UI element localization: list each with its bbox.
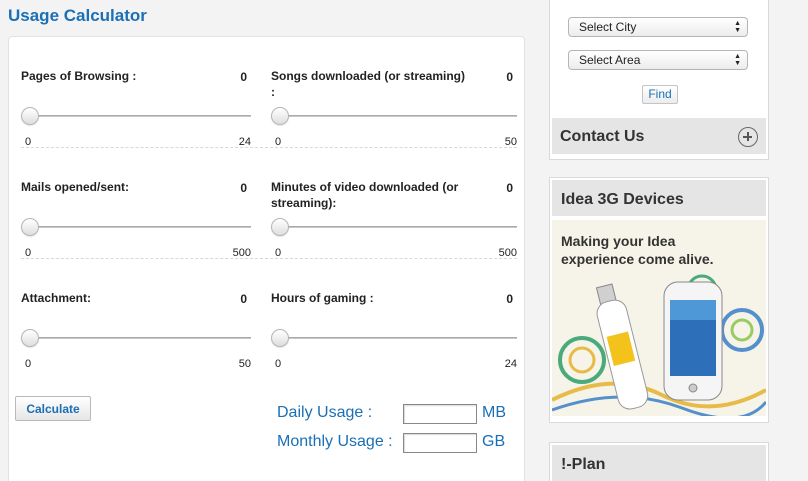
city-select[interactable]: Select City ▲ ▼ [568,17,748,37]
find-button[interactable]: Find [642,85,678,104]
attachment-min: 0 [25,358,32,370]
gaming-slider-track[interactable] [279,337,517,339]
attachment-slider-track[interactable] [29,337,251,339]
video-slider-handle[interactable] [271,218,289,236]
attachment-slider-handle[interactable] [21,329,39,347]
songs-slider-handle[interactable] [271,107,289,125]
area-select[interactable]: Select Area ▲ ▼ [568,50,748,70]
devices-header: Idea 3G Devices [552,180,766,216]
gaming-value: 0 [506,292,513,306]
calculator-row: Attachment: 0 0 50 Hours of gaming : 0 0… [21,259,517,370]
attachment-control: Attachment: 0 0 50 [21,259,261,370]
monthly-usage-field[interactable] [403,433,477,453]
page-title: Usage Calculator [8,6,147,25]
songs-min: 0 [275,136,282,148]
mails-control: Mails opened/sent: 0 0 500 [21,148,261,259]
video-min: 0 [275,247,282,259]
mails-min: 0 [25,247,32,259]
attachment-value: 0 [240,292,247,306]
iplan-title: !-Plan [561,456,606,473]
contact-us-bar[interactable]: Contact Us [552,118,766,154]
monthly-usage-label: Monthly Usage : [277,433,393,450]
decorative-swirls [552,274,766,416]
iplan-box: !-Plan [549,442,769,481]
calculator-row: Mails opened/sent: 0 0 500 Minutes of vi… [21,148,517,259]
mails-value: 0 [240,181,247,195]
songs-slider-track[interactable] [279,115,517,117]
gaming-min: 0 [275,358,282,370]
video-slider-track[interactable] [279,226,517,228]
select-arrows-icon: ▲ ▼ [734,53,741,67]
city-select-value: Select City [579,20,637,34]
gaming-label: Hours of gaming : [271,291,374,305]
daily-usage-field[interactable] [403,404,477,424]
attachment-max: 50 [238,358,251,370]
songs-value: 0 [506,70,513,84]
songs-control: Songs downloaded (or streaming) : 0 0 50 [271,37,517,148]
gaming-slider-handle[interactable] [271,329,289,347]
browsing-max: 24 [238,136,251,148]
browsing-label: Pages of Browsing : [21,69,137,83]
devices-box: Idea 3G Devices Making your Idea experie… [549,177,769,423]
smartphone [663,281,723,401]
browsing-control: Pages of Browsing : 0 0 24 [21,37,261,148]
video-max: 500 [498,247,517,259]
mails-slider-track[interactable] [29,226,251,228]
browsing-slider-handle[interactable] [21,107,39,125]
monthly-usage-unit: GB [482,433,506,450]
video-label: Minutes of video downloaded (or streamin… [271,180,459,210]
songs-label: Songs downloaded (or streaming) : [271,69,466,99]
songs-max: 50 [504,136,517,148]
gaming-max: 24 [504,358,517,370]
usage-calculator-panel: Pages of Browsing : 0 0 24 Songs downloa… [8,36,525,481]
mails-label: Mails opened/sent: [21,180,130,194]
devices-illustration [552,274,766,416]
iplan-header[interactable]: !-Plan [552,445,766,481]
video-value: 0 [506,181,513,195]
mails-slider-handle[interactable] [21,218,39,236]
contact-us-title: Contact Us [560,128,645,145]
expand-plus-icon[interactable] [738,127,758,147]
daily-usage-label: Daily Usage : [277,404,373,421]
calculator-row: Pages of Browsing : 0 0 24 Songs downloa… [21,37,517,148]
calculate-button[interactable]: Calculate [15,396,91,421]
daily-usage-unit: MB [482,404,506,421]
gaming-control: Hours of gaming : 0 0 24 [271,259,517,370]
mails-max: 500 [232,247,251,259]
area-select-value: Select Area [579,53,641,67]
browsing-min: 0 [25,136,32,148]
browsing-slider-track[interactable] [29,115,251,117]
devices-banner[interactable]: Making your Idea experience come alive. [552,220,766,416]
select-arrows-icon: ▲ ▼ [734,20,741,34]
browsing-value: 0 [240,70,247,84]
devices-title: Idea 3G Devices [561,191,684,208]
video-control: Minutes of video downloaded (or streamin… [271,148,517,259]
attachment-label: Attachment: [21,291,92,305]
